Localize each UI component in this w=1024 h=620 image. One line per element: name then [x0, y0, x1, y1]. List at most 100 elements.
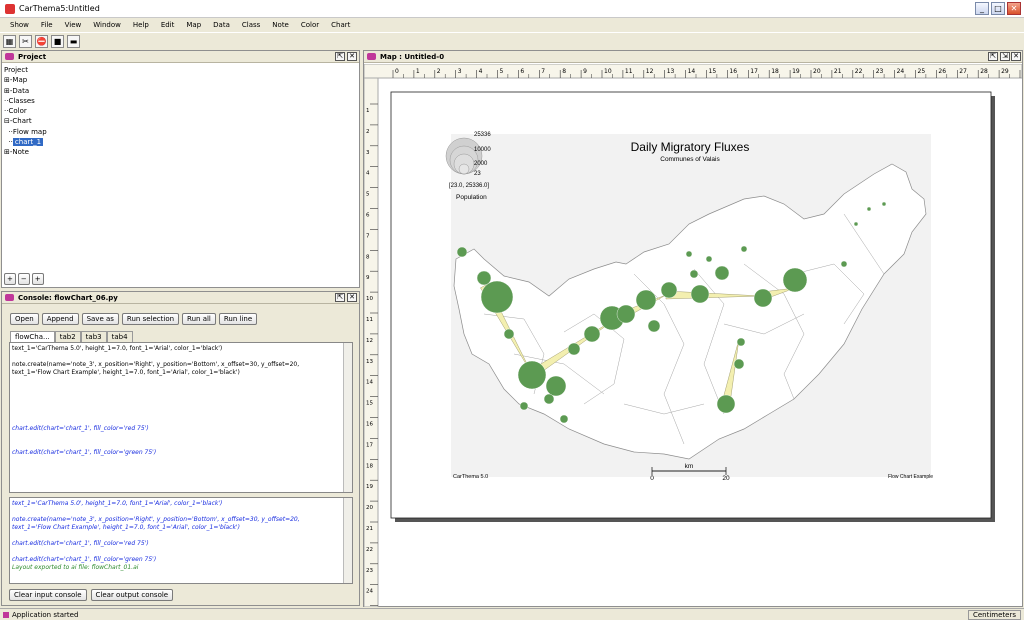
- code-line: note.create(name='note_3', x_position='R…: [12, 361, 300, 368]
- maximize-button[interactable]: □: [991, 2, 1005, 15]
- ruler-label: 17: [750, 68, 758, 75]
- map-canvas[interactable]: 0 1 2 3 4 5 6 7 8 9 10 11 12 13 14 15 16 17 18 19 20 21 22 23 24…: [364, 64, 1022, 607]
- code-line: text_1='Flow Chart Example', height_1=7.…: [12, 524, 240, 531]
- panel-close-icon[interactable]: ✕: [1011, 52, 1021, 61]
- tree-item-flow-map[interactable]: ··Flow map: [4, 127, 359, 137]
- menu-map[interactable]: Map: [180, 21, 207, 29]
- project-panel: Project ⇱ ✕ Project ⊞-Map ⊞-Data ··Classes…: [1, 50, 360, 288]
- maximize-icon[interactable]: ⇲: [1000, 52, 1010, 61]
- tree-item-chart-1[interactable]: ·· chart_1: [4, 137, 359, 147]
- menu-view[interactable]: View: [59, 21, 88, 29]
- tree-item-label: Color: [8, 107, 27, 116]
- tree-expander[interactable]: ··: [4, 138, 12, 146]
- tree-expander[interactable]: ··: [4, 128, 12, 136]
- ruler-label: 3: [366, 150, 370, 156]
- population-circle: [456, 246, 468, 258]
- ruler-label: 1: [416, 68, 420, 75]
- tree-item-label: chart_1: [12, 138, 44, 147]
- ruler-label: 20: [813, 68, 821, 75]
- ruler-label: 2: [437, 68, 441, 75]
- run-selection-button[interactable]: Run selection: [121, 313, 180, 325]
- ruler-label: 19: [366, 484, 373, 490]
- tree-item-note[interactable]: ⊞-Note: [4, 147, 359, 157]
- tree-item-data[interactable]: ⊞-Data: [4, 86, 359, 96]
- menu-window[interactable]: Window: [87, 21, 127, 29]
- tree-item-label: Note: [12, 148, 29, 157]
- ruler-label: 27: [959, 68, 967, 75]
- input-console[interactable]: text_1='CarThema 5.0', height_1=7.0, fon…: [9, 342, 353, 493]
- units-display: Centimeters: [967, 610, 1021, 620]
- tree-item-map[interactable]: ⊞-Map: [4, 75, 359, 85]
- menu-data[interactable]: Data: [207, 21, 236, 29]
- menu-note[interactable]: Note: [266, 21, 295, 29]
- tree-item-color[interactable]: ··Color: [4, 106, 359, 116]
- scale-start: 0: [650, 475, 654, 482]
- export-icon[interactable]: ■: [51, 35, 64, 48]
- append-button[interactable]: Append: [41, 313, 79, 325]
- map-subtitle: Communes of Valais: [660, 156, 720, 163]
- menu-chart[interactable]: Chart: [325, 21, 356, 29]
- clear-output-button[interactable]: Clear output console: [90, 589, 174, 601]
- code-line: text_1='CarThema 5.0', height_1=7.0, fon…: [12, 345, 223, 352]
- undock-icon[interactable]: ⇱: [335, 293, 345, 302]
- tools-icon[interactable]: ✂: [19, 35, 32, 48]
- console-tab-3[interactable]: tab3: [80, 331, 107, 342]
- title-bar: CarThema5:Untitled _ □ ✕: [0, 0, 1024, 18]
- run-all-button[interactable]: Run all: [182, 313, 216, 325]
- undock-icon[interactable]: ⇱: [988, 52, 998, 61]
- menu-color[interactable]: Color: [295, 21, 325, 29]
- output-console[interactable]: text_1='CarThema 5.0', height_1=7.0, fon…: [9, 497, 353, 584]
- tree-action-button[interactable]: −: [17, 273, 30, 285]
- console-tab-1[interactable]: flowCha...: [10, 331, 55, 342]
- grid-tool-icon[interactable]: ▦: [3, 35, 16, 48]
- ruler-label: 6: [520, 68, 524, 75]
- tree-action-button[interactable]: +: [4, 273, 16, 285]
- legend-value: 23: [474, 171, 481, 177]
- close-button[interactable]: ✕: [1007, 2, 1021, 15]
- input-scrollbar[interactable]: [343, 343, 352, 492]
- save-as-button[interactable]: Save as: [81, 313, 119, 325]
- menu-class[interactable]: Class: [236, 21, 266, 29]
- undock-icon[interactable]: ⇱: [335, 52, 345, 61]
- project-panel-header: Project ⇱ ✕: [2, 51, 359, 63]
- population-circle: [866, 206, 872, 212]
- menu-show[interactable]: Show: [4, 21, 35, 29]
- tree-item-chart[interactable]: ⊟-Chart: [4, 116, 359, 126]
- clear-input-button[interactable]: Clear input console: [9, 589, 87, 601]
- tree-action-button[interactable]: +: [31, 273, 44, 285]
- population-circle: [740, 245, 748, 253]
- population-circle: [647, 319, 661, 333]
- console-tab-4[interactable]: tab4: [106, 331, 133, 342]
- population-circle: [881, 201, 887, 207]
- scale-label: km: [685, 463, 694, 470]
- menu-edit[interactable]: Edit: [155, 21, 181, 29]
- code-line: chart.edit(chart='chart_1', fill_color='…: [12, 556, 157, 563]
- map-note-left: CarThema 5.0: [453, 474, 488, 480]
- panel-close-icon[interactable]: ✕: [347, 52, 357, 61]
- output-scrollbar[interactable]: [343, 498, 352, 583]
- menu-help[interactable]: Help: [127, 21, 155, 29]
- ruler-label: 20: [366, 505, 373, 511]
- display-icon[interactable]: ▬: [67, 35, 80, 48]
- ruler-label: 10: [604, 68, 612, 75]
- menu-bar: Show File View Window Help Edit Map Data Class No…: [0, 18, 1024, 32]
- panel-close-icon[interactable]: ✕: [347, 293, 357, 302]
- tree-item-label: Flow map: [12, 127, 47, 136]
- ruler-label: 12: [366, 338, 373, 344]
- ruler-label: 21: [366, 526, 373, 532]
- minimize-button[interactable]: _: [975, 2, 989, 15]
- ruler-label: 15: [709, 68, 717, 75]
- menu-file[interactable]: File: [35, 21, 59, 29]
- console-tab-2[interactable]: tab2: [54, 331, 81, 342]
- run-line-button[interactable]: Run line: [218, 313, 258, 325]
- ruler-label: 4: [366, 171, 370, 177]
- open-button[interactable]: Open: [10, 313, 39, 325]
- ruler-label: 13: [667, 68, 675, 75]
- ruler-label: 24: [366, 589, 373, 595]
- stop-icon[interactable]: ⛔: [35, 35, 48, 48]
- ruler-label: 5: [366, 192, 370, 198]
- tree-item-classes[interactable]: ··Classes: [4, 96, 359, 106]
